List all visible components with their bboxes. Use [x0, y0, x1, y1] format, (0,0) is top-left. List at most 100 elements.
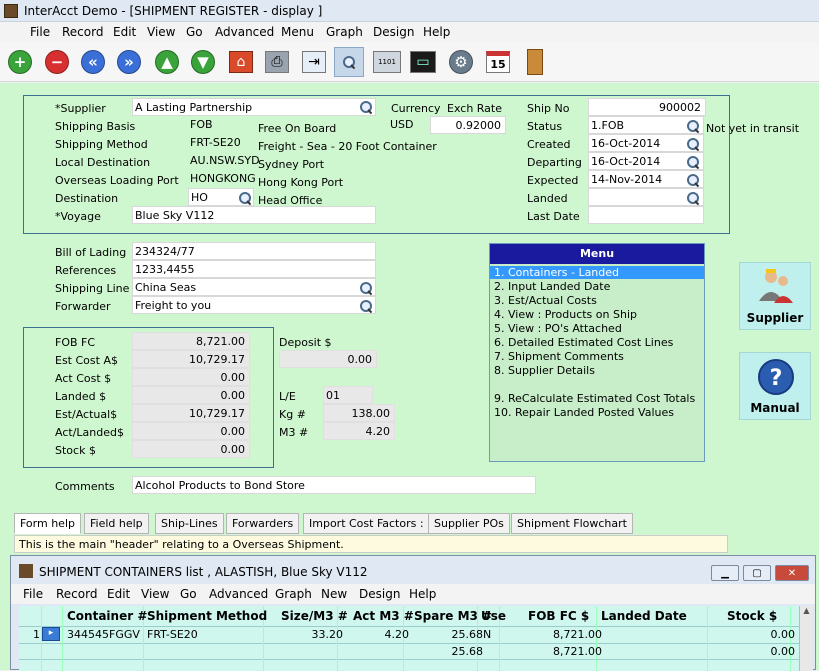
svg-text:?: ? [770, 366, 783, 391]
delete-icon[interactable]: − [42, 47, 72, 77]
menu-help[interactable]: Help [423, 25, 450, 39]
export-icon[interactable]: ⇥ [299, 47, 329, 77]
exch-rate-field[interactable]: 0.92000 [430, 116, 506, 134]
grid-divider [707, 606, 708, 671]
menu-design[interactable]: Design [373, 25, 414, 39]
down-icon[interactable]: ▼ [188, 47, 218, 77]
landed-calendar-icon[interactable] [686, 191, 700, 205]
tab-import-cost-factors[interactable]: Import Cost Factors : [303, 513, 430, 534]
menu-file[interactable]: File [30, 25, 50, 39]
tab-shipment-flowchart[interactable]: Shipment Flowchart [511, 513, 633, 534]
shipping-line-field[interactable]: China Seas [132, 278, 376, 296]
gear-icon[interactable]: ⚙ [446, 47, 476, 77]
supplier-button[interactable]: Supplier [739, 262, 811, 330]
col-shipment-method[interactable]: Shipment Method [147, 609, 267, 623]
supplier-field[interactable]: A Lasting Partnership [132, 98, 376, 116]
menu-graph[interactable]: Graph [326, 25, 363, 39]
cell-use: N [483, 628, 492, 641]
bill-of-lading-field[interactable]: 234324/77 [132, 242, 376, 260]
close-icon[interactable]: ✕ [775, 565, 809, 581]
comments-label: Comments [55, 480, 115, 493]
last-date-field[interactable] [588, 206, 704, 224]
col-use[interactable]: Use [481, 609, 506, 623]
destination-lookup-icon[interactable] [238, 191, 252, 205]
local-destination-field[interactable]: AU.NSW.SYD [188, 152, 260, 170]
door-icon[interactable] [520, 47, 550, 77]
menu-record[interactable]: Record [62, 25, 103, 39]
sub-menu-help[interactable]: Help [409, 587, 436, 601]
search-icon[interactable] [334, 47, 364, 77]
grid-divider [19, 659, 809, 660]
menu-item-recalculate[interactable]: 9. ReCalculate Estimated Cost Totals [494, 392, 695, 405]
status-lookup-icon[interactable] [686, 119, 700, 133]
menu-item-est-actual-costs[interactable]: 3. Est/Actual Costs [494, 294, 597, 307]
sub-menu-record[interactable]: Record [56, 587, 97, 601]
sub-menu-view[interactable]: View [141, 587, 169, 601]
tab-forwarders[interactable]: Forwarders [226, 513, 300, 534]
supplier-lookup-icon[interactable] [359, 100, 373, 114]
tab-form-help[interactable]: Form help [14, 513, 81, 534]
est-actual-field: 10,729.17 [132, 404, 250, 422]
menu-item-detailed-cost-lines[interactable]: 6. Detailed Estimated Cost Lines [494, 336, 673, 349]
menu-go[interactable]: Go [186, 25, 203, 39]
sub-menu-advanced[interactable]: Advanced [209, 587, 268, 601]
cell-act: 4.20 [384, 628, 410, 641]
comments-field[interactable]: Alcohol Products to Bond Store [132, 476, 536, 494]
sub-menu-file[interactable]: File [23, 587, 43, 601]
menu-item-repair-landed[interactable]: 10. Repair Landed Posted Values [494, 406, 674, 419]
row-pointer-icon[interactable]: ▸ [42, 627, 60, 641]
menu-item-products-on-ship[interactable]: 4. View : Products on Ship [494, 308, 637, 321]
last-icon[interactable]: » [114, 47, 144, 77]
shipping-basis-field[interactable]: FOB [188, 116, 254, 134]
col-stock[interactable]: Stock $ [727, 609, 777, 623]
sub-menu-go[interactable]: Go [180, 587, 197, 601]
created-calendar-icon[interactable] [686, 137, 700, 151]
minimize-icon[interactable]: ▁ [711, 565, 739, 581]
vertical-scrollbar[interactable]: ▲ [799, 606, 813, 671]
menu-edit[interactable]: Edit [113, 25, 136, 39]
binary-icon[interactable]: 1101 [372, 47, 402, 77]
menu-item-supplier-details[interactable]: 8. Supplier Details [494, 364, 595, 377]
calendar-icon[interactable]: 15 [483, 47, 513, 77]
col-landed-date[interactable]: Landed Date [601, 609, 687, 623]
forwarder-lookup-icon[interactable] [359, 299, 373, 313]
col-act-m3[interactable]: Act M3 # [353, 609, 414, 623]
maximize-icon[interactable]: ▢ [743, 565, 771, 581]
expected-calendar-icon[interactable] [686, 173, 700, 187]
shipping-method-field[interactable]: FRT-SE20 [188, 134, 254, 152]
first-icon[interactable]: « [78, 47, 108, 77]
menu-menu[interactable]: Menu [281, 25, 314, 39]
tab-field-help[interactable]: Field help [84, 513, 149, 534]
menu-item-pos-attached[interactable]: 5. View : PO's Attached [494, 322, 622, 335]
shipping-basis-desc: Free On Board [258, 122, 337, 135]
sub-menu-edit[interactable]: Edit [107, 587, 130, 601]
departing-calendar-icon[interactable] [686, 155, 700, 169]
voyage-label: *Voyage [55, 210, 101, 223]
menu-advanced[interactable]: Advanced [215, 25, 274, 39]
col-size-m3[interactable]: Size/M3 # [281, 609, 348, 623]
sub-menu-design[interactable]: Design [359, 587, 400, 601]
home-icon[interactable]: ⌂ [226, 47, 256, 77]
col-container[interactable]: Container # [67, 609, 147, 623]
menu-item-containers-landed[interactable]: 1. Containers - Landed [490, 266, 704, 279]
scroll-up-icon[interactable]: ▲ [800, 606, 813, 615]
menu-view[interactable]: View [147, 25, 175, 39]
kg-field: 138.00 [323, 404, 395, 422]
tab-supplier-pos[interactable]: Supplier POs [428, 513, 510, 534]
print-icon[interactable]: ⎙ [262, 47, 292, 77]
col-fob-fc[interactable]: FOB FC $ [528, 609, 589, 623]
up-icon[interactable]: ▲ [152, 47, 182, 77]
references-field[interactable]: 1233,4455 [132, 260, 376, 278]
voyage-field[interactable]: Blue Sky V112 [132, 206, 376, 224]
forwarder-field[interactable]: Freight to you [132, 296, 376, 314]
sub-menu-new[interactable]: New [321, 587, 347, 601]
manual-button[interactable]: ? Manual [739, 352, 811, 420]
shipping-line-lookup-icon[interactable] [359, 281, 373, 295]
monitor-icon[interactable]: ▭ [408, 47, 438, 77]
menu-item-shipment-comments[interactable]: 7. Shipment Comments [494, 350, 624, 363]
menu-item-input-landed-date[interactable]: 2. Input Landed Date [494, 280, 610, 293]
loading-port-field[interactable]: HONGKONG [188, 170, 256, 188]
sub-menu-graph[interactable]: Graph [275, 587, 312, 601]
add-icon[interactable]: + [5, 47, 35, 77]
tab-ship-lines[interactable]: Ship-Lines [155, 513, 224, 534]
